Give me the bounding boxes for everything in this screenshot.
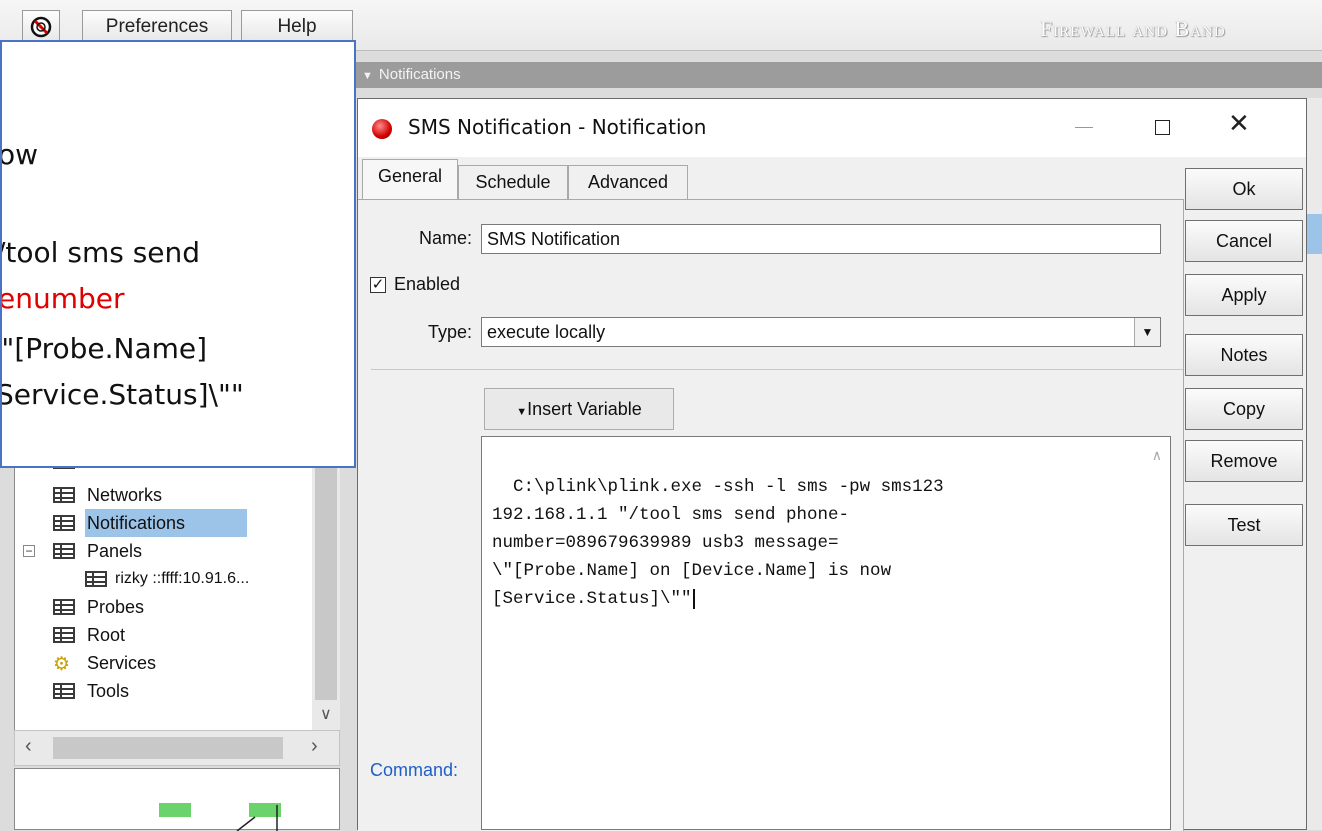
tree-item-root[interactable]: Root (15, 621, 312, 649)
no-entry-icon (30, 16, 52, 38)
type-select[interactable]: execute locally ▼ (481, 317, 1161, 347)
table-icon (53, 515, 75, 531)
tree-item-label: Services (87, 653, 157, 673)
notifications-section-header[interactable]: ▼ Notifications (356, 62, 1322, 88)
insert-variable-label: Insert Variable (527, 399, 642, 419)
enabled-checkbox[interactable]: ✓ (370, 277, 386, 293)
preferences-button[interactable]: Preferences (82, 10, 232, 44)
selected-row-fragment (1307, 214, 1322, 254)
table-icon (53, 627, 75, 643)
scroll-right-icon[interactable]: › (311, 735, 318, 758)
collapse-icon[interactable]: − (23, 545, 35, 557)
tree-item-networks[interactable]: Networks (15, 481, 312, 509)
table-icon (53, 599, 75, 615)
command-callout: ow /tool sms send enumber \"[Probe.Name]… (0, 40, 356, 468)
test-button[interactable]: Test (1185, 504, 1303, 546)
app-icon (372, 119, 392, 139)
scroll-up-icon[interactable]: ∧ (1152, 443, 1162, 471)
tree-item-notifications[interactable]: Notifications (15, 509, 312, 537)
table-icon (85, 571, 107, 587)
background-list-edge (1306, 98, 1322, 830)
dropdown-triangle-icon: ▼ (516, 406, 528, 418)
dialog-tabs: General Schedule Advanced (358, 157, 1178, 201)
dialog-title: SMS Notification - Notification (408, 115, 707, 139)
name-label: Name: (418, 228, 472, 248)
tree-item-rizky[interactable]: rizky ::ffff:10.91.6... (15, 565, 312, 593)
tree-item-label: Notifications (85, 509, 248, 537)
tree-item-label: rizky ::ffff:10.91.6... (115, 570, 250, 587)
maximize-icon[interactable] (1155, 120, 1170, 135)
scrollbar-thumb[interactable] (315, 460, 337, 700)
stop-icon-button[interactable] (22, 10, 60, 44)
enabled-label: Enabled (394, 274, 461, 294)
scroll-down-icon[interactable]: ∨ (320, 704, 332, 724)
callout-line: /tool sms send (0, 236, 201, 269)
tree-item-services[interactable]: ⚙ Services (15, 649, 312, 677)
callout-line-highlight: enumber (0, 282, 125, 315)
notifications-header-label: Notifications (378, 66, 461, 83)
table-icon (53, 543, 75, 559)
apply-button[interactable]: Apply (1185, 274, 1303, 316)
navigation-tree: Networks Notifications − Panels rizky ::… (14, 453, 313, 747)
brand-title: Firewall and Band (1040, 16, 1226, 41)
dropdown-arrow-icon[interactable]: ▼ (1134, 318, 1160, 346)
tab-advanced[interactable]: Advanced (568, 165, 688, 199)
command-textarea[interactable]: C:\plink\plink.exe -ssh -l sms -pw sms12… (481, 436, 1171, 830)
callout-line: Service.Status]\"" (0, 378, 244, 411)
tree-item-label: Panels (87, 541, 143, 561)
callout-line: ow (0, 138, 39, 171)
tree-horizontal-scrollbar[interactable]: ‹ › (14, 730, 340, 766)
link-line-icon (236, 805, 278, 831)
help-button[interactable]: Help (241, 10, 353, 44)
type-select-value: execute locally (487, 322, 606, 342)
section-divider (371, 369, 1183, 370)
scrollbar-thumb[interactable] (53, 737, 283, 759)
minimize-icon[interactable] (1075, 127, 1093, 128)
remove-button[interactable]: Remove (1185, 440, 1303, 482)
scroll-left-icon[interactable]: ‹ (25, 735, 32, 758)
insert-variable-button[interactable]: ▼Insert Variable (484, 388, 674, 430)
tree-item-tools[interactable]: Tools (15, 677, 312, 705)
dialog-titlebar[interactable]: SMS Notification - Notification ✕ (358, 99, 1306, 157)
close-icon[interactable]: ✕ (1228, 109, 1250, 139)
tab-schedule[interactable]: Schedule (458, 165, 568, 199)
callout-line: \"[Probe.Name] (0, 332, 208, 365)
gear-icon: ⚙ (53, 654, 71, 675)
ok-button[interactable]: Ok (1185, 168, 1303, 210)
table-icon (53, 487, 75, 503)
cancel-button[interactable]: Cancel (1185, 220, 1303, 262)
table-icon (53, 683, 75, 699)
tree-item-label: Root (87, 625, 126, 645)
tree-item-label: Networks (87, 485, 163, 505)
tree-item-label: Probes (87, 597, 145, 617)
tree-item-panels[interactable]: − Panels (15, 537, 312, 565)
map-preview-panel (14, 768, 340, 831)
type-label: Type: (427, 322, 472, 342)
tree-item-label: Tools (87, 681, 130, 701)
notes-button[interactable]: Notes (1185, 334, 1303, 376)
tree-vertical-scrollbar[interactable]: ∨ (312, 460, 340, 730)
tab-general[interactable]: General (362, 159, 458, 201)
command-text: C:\plink\plink.exe -ssh -l sms -pw sms12… (492, 477, 944, 609)
copy-button[interactable]: Copy (1185, 388, 1303, 430)
tree-item-probes[interactable]: Probes (15, 593, 312, 621)
name-input[interactable]: SMS Notification (481, 224, 1161, 254)
command-label: Command: (370, 760, 459, 780)
collapse-triangle-icon: ▼ (362, 70, 373, 82)
text-cursor (692, 589, 695, 609)
